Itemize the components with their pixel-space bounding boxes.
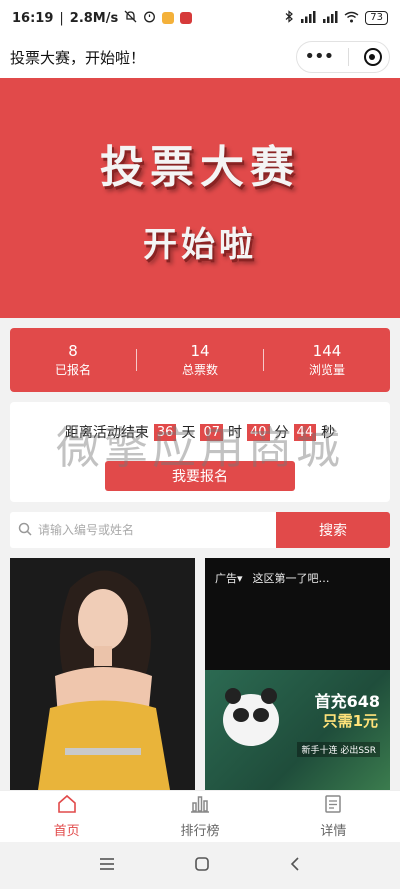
details-icon [323,794,343,818]
menu-icon[interactable] [99,856,115,875]
countdown-days-unit: 天 [181,425,196,441]
contestant-card[interactable] [10,558,195,790]
mute-icon [124,10,137,27]
countdown-row: 距离活动结束 36 天 07 时 40 分 44 秒 [10,422,390,442]
ranking-icon [190,794,210,818]
more-dots-icon[interactable]: ••• [304,48,334,66]
ad-promo-price: 只需1元 [322,712,378,730]
home-icon [57,794,77,818]
search-bar: 搜索 [10,512,390,548]
countdown-prefix: 距离活动结束 [64,425,149,441]
mini-program-capsule: ••• [296,41,390,73]
search-field[interactable] [10,512,276,548]
ad-image: 首充648 只需1元 新手十连 必出SSR [205,670,390,790]
status-time: 16:19 [12,10,54,26]
signup-button[interactable]: 我要报名 [105,461,295,491]
notification-app-icon [162,12,175,24]
countdown-minutes-unit: 分 [274,425,289,441]
ad-card[interactable]: 广告▾ 这区第一了吧… 首充648 只需1元 新手十连 必出SSR [205,558,390,790]
stat-value: 144 [312,342,342,360]
stats-panel: 8 已报名 14 总票数 144 浏览量 [10,328,390,392]
signal-icon [300,10,316,26]
search-input[interactable] [38,523,238,537]
home-nav-icon[interactable] [194,856,210,876]
banner-headline: 投票大赛 [100,141,300,193]
tab-label: 首页 [53,824,80,839]
countdown-hours-unit: 时 [228,425,242,441]
back-icon[interactable] [289,856,301,876]
hero-banner: 投票大赛 开始啦 [0,78,400,318]
tab-ranking[interactable]: 排行榜 [133,791,266,842]
capsule-divider [347,48,349,66]
status-bar: 16:19 | 2.8M/s 73 [0,0,400,36]
stat-total-votes: 14 总票数 [137,341,263,379]
stat-value: 14 [190,342,210,360]
bottom-tab-bar: 首页 排行榜 详情 [0,790,400,842]
stat-label: 总票数 [181,363,218,377]
ad-promo-sub: 新手十连 必出SSR [297,742,380,757]
search-button[interactable]: 搜索 [276,512,390,548]
tab-home[interactable]: 首页 [0,791,133,842]
panda-mascot [223,688,279,746]
tab-label: 详情 [320,824,347,839]
tab-label: 排行榜 [180,824,220,839]
bluetooth-icon [284,10,294,26]
title-bar: 投票大赛，开始啦！ ••• [0,36,400,78]
countdown-minutes: 40 [247,423,270,441]
page-title: 投票大赛，开始啦！ [10,48,146,67]
ad-tag[interactable]: 广告▾ [215,570,243,586]
countdown-seconds-unit: 秒 [321,425,336,441]
stat-label: 已报名 [54,363,91,377]
countdown-days: 36 [153,423,177,441]
contestant-photo [10,558,195,790]
signal-icon-2 [322,10,338,26]
status-speed: 2.8M/s [69,10,119,26]
ad-text: 这区第一了吧… [252,572,330,585]
system-nav-bar [0,842,400,889]
ad-header: 广告▾ 这区第一了吧… [215,570,330,586]
stat-label: 浏览量 [308,363,345,377]
notification-app-icon-2 [180,12,193,24]
countdown-seconds: 44 [293,423,317,441]
countdown-panel: 距离活动结束 36 天 07 时 40 分 44 秒 我要报名 [10,402,390,502]
ad-promo-title: 首充648 [314,692,380,711]
countdown-hours: 07 [200,423,223,441]
banner-subheadline: 开始啦 [143,224,257,265]
wifi-icon [344,11,359,26]
tab-details[interactable]: 详情 [267,791,400,842]
search-icon [18,521,32,540]
target-icon[interactable] [363,48,382,66]
stat-registered: 8 已报名 [10,341,136,379]
stat-views: 144 浏览量 [264,341,390,379]
battery-level: 73 [365,11,388,25]
alarm-icon [143,10,156,27]
stat-value: 8 [68,342,78,360]
